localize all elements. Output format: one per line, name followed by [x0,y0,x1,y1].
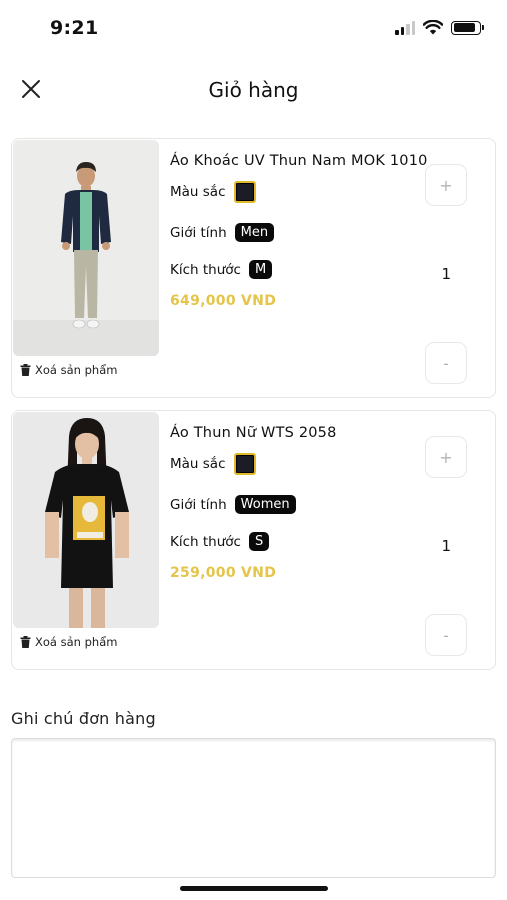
color-swatch[interactable] [233,181,256,203]
product-price: 649,000 VND [170,293,277,309]
quantity-decrease-button[interactable]: - [425,614,467,656]
product-image[interactable] [13,140,159,356]
gender-tag: Women [234,495,296,514]
wifi-icon [423,20,443,35]
delete-label: Xoá sản phẩm [35,635,118,649]
cart-item: Xoá sản phẩm Áo Khoác UV Thun Nam MOK 10… [11,138,496,398]
product-photo-men-jacket [13,140,159,356]
item-info: Áo Khoác UV Thun Nam MOK 1010 Màu sắc Gi… [170,153,430,309]
gender-label: Giới tính [170,224,227,241]
item-info: Áo Thun Nữ WTS 2058 Màu sắc Giới tính Wo… [170,425,430,581]
size-tag: S [248,532,270,551]
plus-icon: + [439,447,453,467]
trash-icon [20,364,31,376]
plus-icon: + [439,175,453,195]
battery-icon [451,20,484,35]
size-row: Kích thước M [170,260,430,279]
status-bar: 9:21 [0,0,507,58]
size-row: Kích thước S [170,532,430,551]
trash-icon [20,636,31,648]
quantity-increase-button[interactable]: + [425,436,467,478]
product-photo-women-tshirt [13,412,159,628]
size-label: Kích thước [170,533,241,550]
product-name: Áo Thun Nữ WTS 2058 [170,425,337,441]
status-icons [395,20,484,35]
delete-product-button[interactable]: Xoá sản phẩm [20,635,117,649]
minus-icon: - [443,625,449,645]
size-tag: M [248,260,273,279]
quantity-increase-button[interactable]: + [425,164,467,206]
status-time: 9:21 [50,17,99,39]
quantity-value: 1 [441,265,451,283]
delete-product-button[interactable]: Xoá sản phẩm [20,363,117,377]
product-name: Áo Khoác UV Thun Nam MOK 1010 [170,153,428,169]
size-label: Kích thước [170,261,241,278]
color-swatch[interactable] [233,453,256,475]
home-indicator[interactable] [180,886,328,891]
gender-row: Giới tính Men [170,223,430,242]
cart-item: Xoá sản phẩm Áo Thun Nữ WTS 2058 Màu sắc… [11,410,496,670]
order-note-input[interactable] [11,738,496,878]
color-label: Màu sắc [170,184,226,200]
minus-icon: - [443,353,449,373]
delete-label: Xoá sản phẩm [35,363,118,377]
cellular-signal-icon [395,20,415,35]
product-image[interactable] [13,412,159,628]
gender-label: Giới tính [170,496,227,513]
color-row: Màu sắc [170,181,430,203]
color-label: Màu sắc [170,456,226,472]
quantity-decrease-button[interactable]: - [425,342,467,384]
order-note-label: Ghi chú đơn hàng [11,709,156,728]
header: Giỏ hàng [0,60,507,120]
gender-tag: Men [234,223,275,242]
page-title: Giỏ hàng [208,78,299,102]
gender-row: Giới tính Women [170,495,430,514]
product-price: 259,000 VND [170,565,277,581]
color-row: Màu sắc [170,453,430,475]
quantity-value: 1 [441,537,451,555]
